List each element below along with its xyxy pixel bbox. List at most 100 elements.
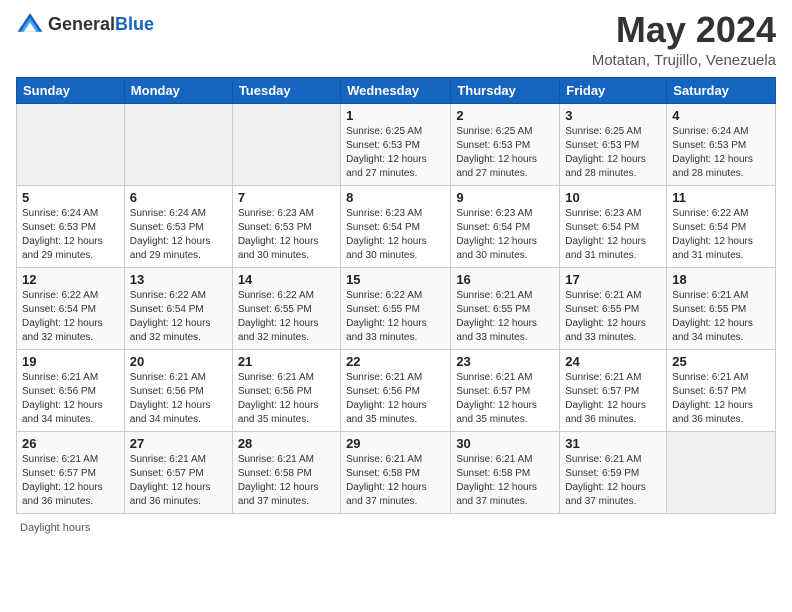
day-info: Sunrise: 6:21 AM Sunset: 6:57 PM Dayligh… [456,371,554,427]
calendar-day-header: Friday [560,77,667,103]
day-number: 27 [130,436,227,451]
day-number: 17 [565,272,661,287]
calendar-week-row: 19 Sunrise: 6:21 AM Sunset: 6:56 PM Dayli… [17,349,776,431]
calendar-day-header: Wednesday [341,77,451,103]
day-number: 10 [565,190,661,205]
header-right: May 2024 Motatan, Trujillo, Venezuela [592,10,776,69]
calendar-cell: 13 Sunrise: 6:22 AM Sunset: 6:54 PM Dayli… [124,267,232,349]
calendar-cell [17,103,125,185]
day-number: 13 [130,272,227,287]
day-info: Sunrise: 6:21 AM Sunset: 6:58 PM Dayligh… [456,453,554,509]
calendar-cell: 21 Sunrise: 6:21 AM Sunset: 6:56 PM Dayli… [232,349,340,431]
header: GeneralBlue May 2024 Motatan, Trujillo, … [16,10,776,69]
day-number: 19 [22,354,119,369]
calendar-cell: 22 Sunrise: 6:21 AM Sunset: 6:56 PM Dayli… [341,349,451,431]
calendar-cell: 31 Sunrise: 6:21 AM Sunset: 6:59 PM Dayli… [560,431,667,513]
calendar-cell: 29 Sunrise: 6:21 AM Sunset: 6:58 PM Dayli… [341,431,451,513]
calendar-day-header: Thursday [451,77,560,103]
day-info: Sunrise: 6:21 AM Sunset: 6:59 PM Dayligh… [565,453,661,509]
day-number: 24 [565,354,661,369]
day-info: Sunrise: 6:21 AM Sunset: 6:55 PM Dayligh… [456,289,554,345]
calendar-cell: 17 Sunrise: 6:21 AM Sunset: 6:55 PM Dayli… [560,267,667,349]
calendar-cell: 15 Sunrise: 6:22 AM Sunset: 6:55 PM Dayli… [341,267,451,349]
calendar-cell: 8 Sunrise: 6:23 AM Sunset: 6:54 PM Daylig… [341,185,451,267]
footer: Daylight hours [16,522,776,534]
day-number: 15 [346,272,445,287]
day-info: Sunrise: 6:25 AM Sunset: 6:53 PM Dayligh… [456,125,554,181]
calendar-cell: 16 Sunrise: 6:21 AM Sunset: 6:55 PM Dayli… [451,267,560,349]
calendar-cell: 6Sunrise: 6:24 AM Sunset: 6:53 PM Daylig… [124,185,232,267]
day-number: 31 [565,436,661,451]
day-number: 29 [346,436,445,451]
day-info: Sunrise: 6:23 AM Sunset: 6:53 PM Dayligh… [238,207,335,263]
day-number: 12 [22,272,119,287]
day-info: Sunrise: 6:25 AM Sunset: 6:53 PM Dayligh… [565,125,661,181]
calendar-cell: 18Sunrise: 6:21 AM Sunset: 6:55 PM Dayli… [667,267,776,349]
calendar-cell: 4Sunrise: 6:24 AM Sunset: 6:53 PM Daylig… [667,103,776,185]
calendar-cell: 20 Sunrise: 6:21 AM Sunset: 6:56 PM Dayli… [124,349,232,431]
calendar-week-row: 26Sunrise: 6:21 AM Sunset: 6:57 PM Dayli… [17,431,776,513]
day-info: Sunrise: 6:25 AM Sunset: 6:53 PM Dayligh… [346,125,445,181]
day-number: 4 [672,108,770,123]
day-info: Sunrise: 6:23 AM Sunset: 6:54 PM Dayligh… [346,207,445,263]
month-title: May 2024 [592,10,776,50]
day-number: 11 [672,190,770,205]
calendar-header-row: SundayMondayTuesdayWednesdayThursdayFrid… [17,77,776,103]
day-info: Sunrise: 6:21 AM Sunset: 6:55 PM Dayligh… [672,289,770,345]
day-info: Sunrise: 6:21 AM Sunset: 6:57 PM Dayligh… [565,371,661,427]
calendar-cell: 28Sunrise: 6:21 AM Sunset: 6:58 PM Dayli… [232,431,340,513]
day-number: 14 [238,272,335,287]
day-number: 6 [130,190,227,205]
calendar-cell: 30 Sunrise: 6:21 AM Sunset: 6:58 PM Dayli… [451,431,560,513]
day-number: 16 [456,272,554,287]
calendar-cell: 14 Sunrise: 6:22 AM Sunset: 6:55 PM Dayli… [232,267,340,349]
day-number: 3 [565,108,661,123]
day-info: Sunrise: 6:21 AM Sunset: 6:56 PM Dayligh… [346,371,445,427]
day-number: 23 [456,354,554,369]
calendar-day-header: Saturday [667,77,776,103]
day-info: Sunrise: 6:21 AM Sunset: 6:57 PM Dayligh… [22,453,119,509]
day-info: Sunrise: 6:23 AM Sunset: 6:54 PM Dayligh… [456,207,554,263]
calendar-cell [232,103,340,185]
day-info: Sunrise: 6:22 AM Sunset: 6:54 PM Dayligh… [130,289,227,345]
day-number: 22 [346,354,445,369]
calendar-cell: 9 Sunrise: 6:23 AM Sunset: 6:54 PM Daylig… [451,185,560,267]
day-number: 1 [346,108,445,123]
day-info: Sunrise: 6:21 AM Sunset: 6:56 PM Dayligh… [238,371,335,427]
day-number: 25 [672,354,770,369]
calendar-cell: 24 Sunrise: 6:21 AM Sunset: 6:57 PM Dayli… [560,349,667,431]
day-info: Sunrise: 6:22 AM Sunset: 6:55 PM Dayligh… [238,289,335,345]
calendar-table: SundayMondayTuesdayWednesdayThursdayFrid… [16,77,776,514]
day-info: Sunrise: 6:21 AM Sunset: 6:56 PM Dayligh… [22,371,119,427]
calendar-cell: 5Sunrise: 6:24 AM Sunset: 6:53 PM Daylig… [17,185,125,267]
day-info: Sunrise: 6:23 AM Sunset: 6:54 PM Dayligh… [565,207,661,263]
day-number: 2 [456,108,554,123]
logo-blue: Blue [115,14,154,34]
day-number: 20 [130,354,227,369]
day-number: 21 [238,354,335,369]
calendar-cell: 23 Sunrise: 6:21 AM Sunset: 6:57 PM Dayli… [451,349,560,431]
day-info: Sunrise: 6:21 AM Sunset: 6:56 PM Dayligh… [130,371,227,427]
calendar-cell: 25Sunrise: 6:21 AM Sunset: 6:57 PM Dayli… [667,349,776,431]
calendar-cell: 26Sunrise: 6:21 AM Sunset: 6:57 PM Dayli… [17,431,125,513]
calendar-cell: 11Sunrise: 6:22 AM Sunset: 6:54 PM Dayli… [667,185,776,267]
day-info: Sunrise: 6:21 AM Sunset: 6:55 PM Dayligh… [565,289,661,345]
calendar-cell [124,103,232,185]
logo-icon [16,10,44,38]
daylight-hours-label: Daylight hours [20,522,90,534]
calendar-day-header: Tuesday [232,77,340,103]
logo-general: General [48,14,115,34]
day-number: 30 [456,436,554,451]
day-number: 8 [346,190,445,205]
location-title: Motatan, Trujillo, Venezuela [592,52,776,69]
calendar-day-header: Monday [124,77,232,103]
day-info: Sunrise: 6:24 AM Sunset: 6:53 PM Dayligh… [22,207,119,263]
day-number: 9 [456,190,554,205]
day-info: Sunrise: 6:22 AM Sunset: 6:55 PM Dayligh… [346,289,445,345]
calendar-cell: 3 Sunrise: 6:25 AM Sunset: 6:53 PM Daylig… [560,103,667,185]
day-info: Sunrise: 6:22 AM Sunset: 6:54 PM Dayligh… [22,289,119,345]
calendar-day-header: Sunday [17,77,125,103]
day-info: Sunrise: 6:21 AM Sunset: 6:58 PM Dayligh… [346,453,445,509]
calendar-cell: 2 Sunrise: 6:25 AM Sunset: 6:53 PM Daylig… [451,103,560,185]
logo: GeneralBlue [16,10,154,38]
